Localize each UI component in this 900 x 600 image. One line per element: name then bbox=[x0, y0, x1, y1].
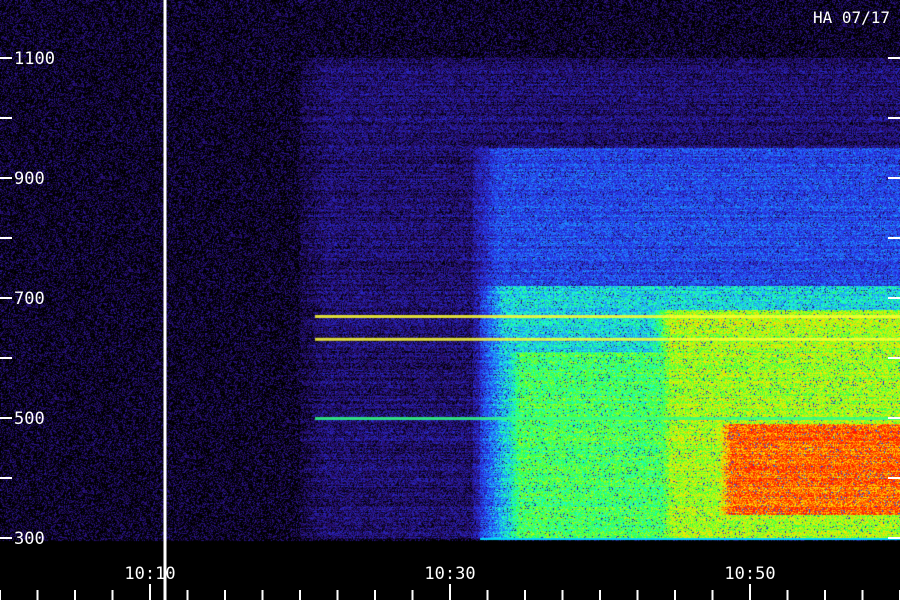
chart-title: HA 07/17 bbox=[813, 8, 890, 27]
y-tick-label: 1100 bbox=[14, 49, 55, 69]
y-tick-label: 500 bbox=[14, 409, 45, 429]
x-tick-label: 10:10 bbox=[124, 564, 175, 584]
x-axis: 10:10 10:30 10:50 bbox=[0, 564, 900, 600]
y-tick-label: 700 bbox=[14, 289, 45, 309]
y-tick-label: 900 bbox=[14, 169, 45, 189]
spectrogram-axes: HA 07/17 1100 900 700 500 300 10:10 10:3… bbox=[0, 0, 900, 600]
x-tick-label: 10:50 bbox=[724, 564, 775, 584]
y-axis: 1100 900 700 500 300 bbox=[0, 49, 900, 549]
x-tick-label: 10:30 bbox=[424, 564, 475, 584]
y-tick-label: 300 bbox=[14, 529, 45, 549]
